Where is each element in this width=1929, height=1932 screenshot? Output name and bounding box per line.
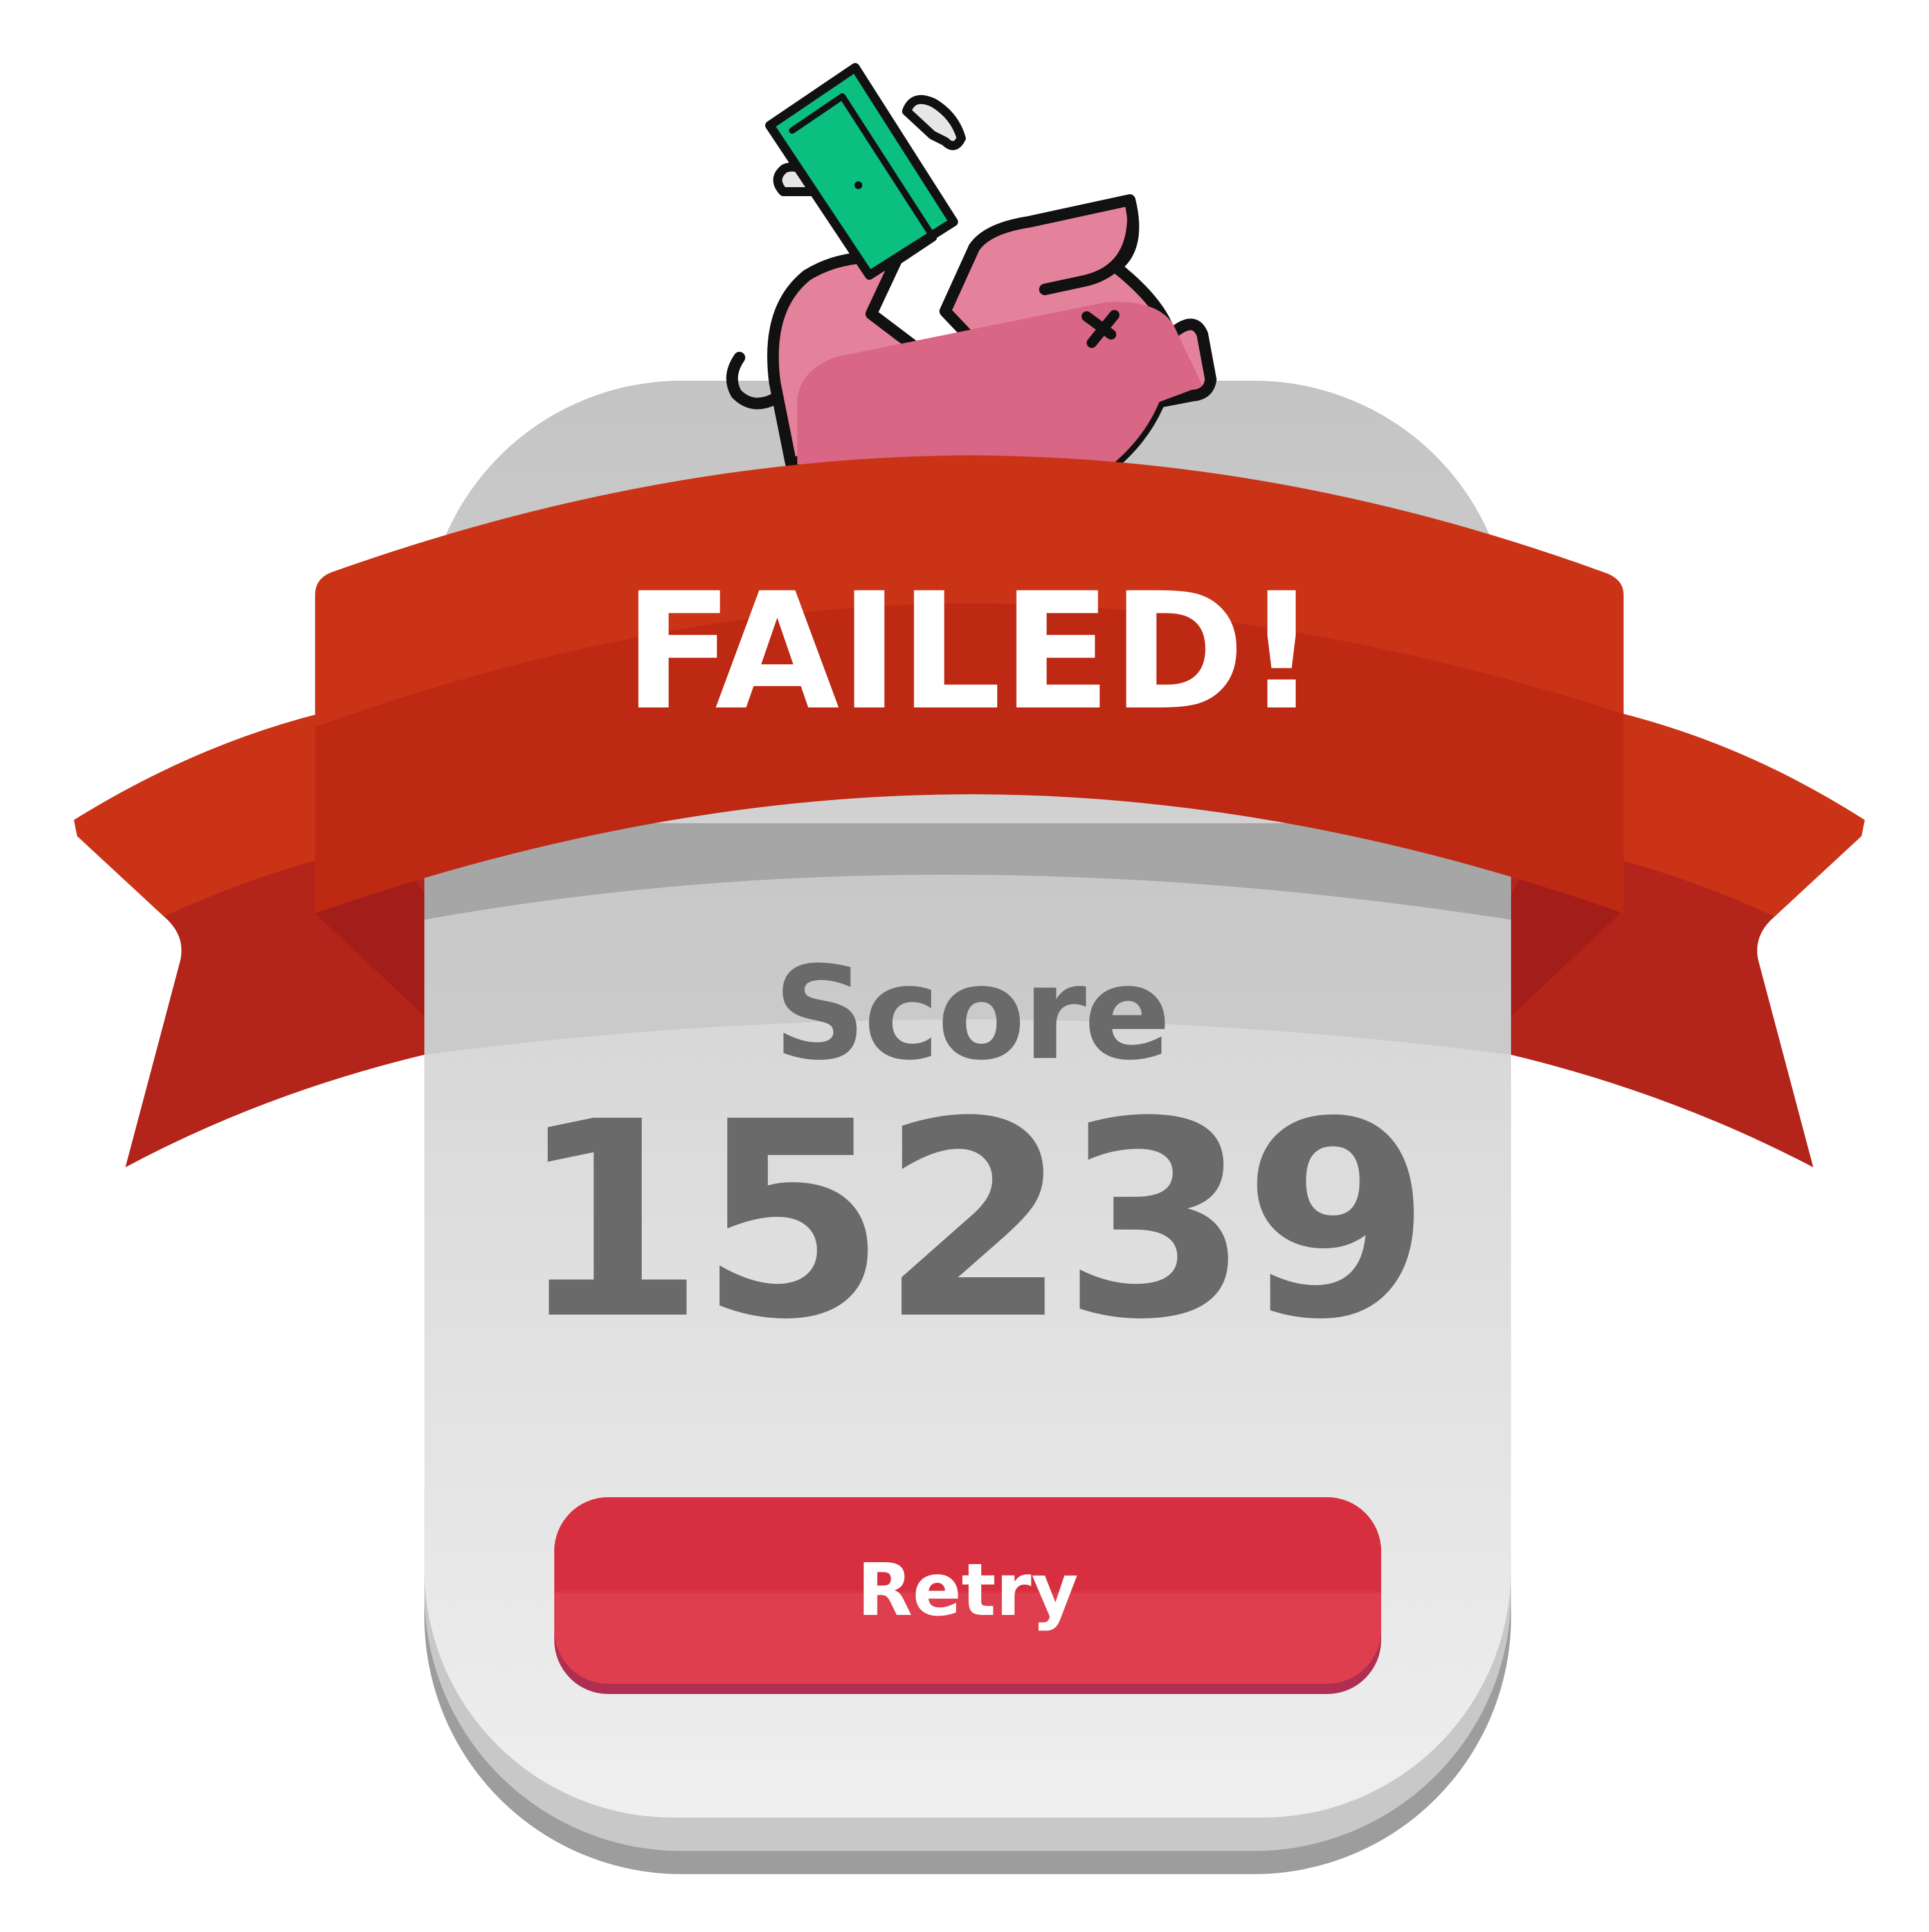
retry-button[interactable]: Retry [554,1497,1381,1694]
broken-piggy-bank-icon [726,194,1217,470]
failed-title: FAILED! [624,558,1318,745]
score-value: 15239 [517,1064,1431,1379]
flying-money-icon [765,63,966,280]
retry-button-label[interactable]: Retry [554,1497,1381,1684]
